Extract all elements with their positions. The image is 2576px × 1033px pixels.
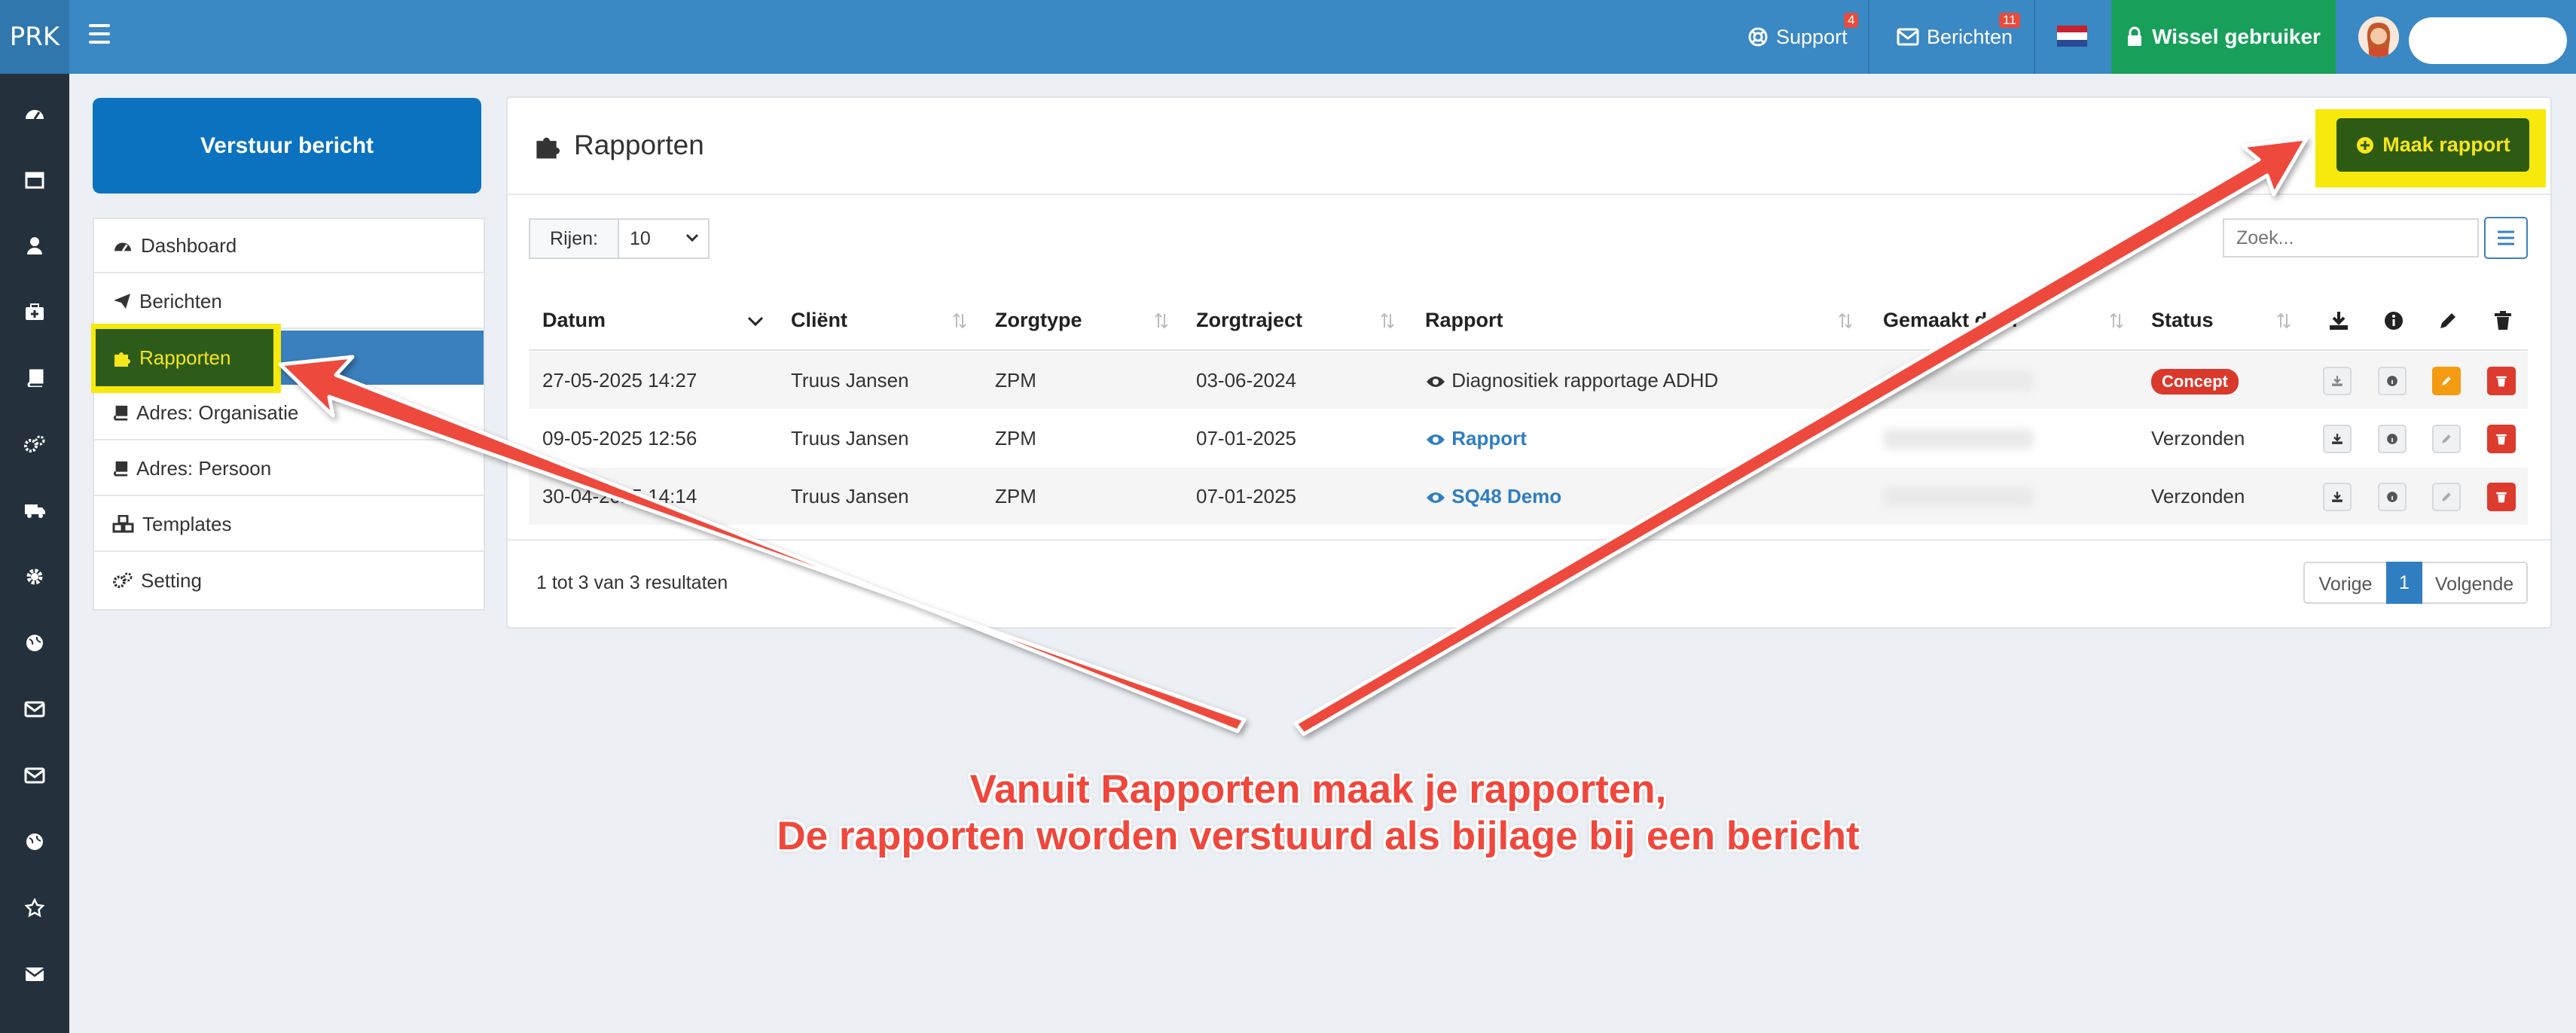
annotation-line-1: Vanuit Rapporten maak je rapporten, [969, 767, 1667, 812]
arrow-to-rapporten [278, 355, 1247, 733]
arrow-to-maak-rapport [1293, 136, 2309, 736]
annotation-arrows [278, 136, 2309, 736]
annotation-line-2: De rapporten worden verstuurd als bijlag… [777, 814, 1860, 858]
annotation-text: Vanuit Rapporten maak je rapporten, De r… [678, 766, 1958, 860]
